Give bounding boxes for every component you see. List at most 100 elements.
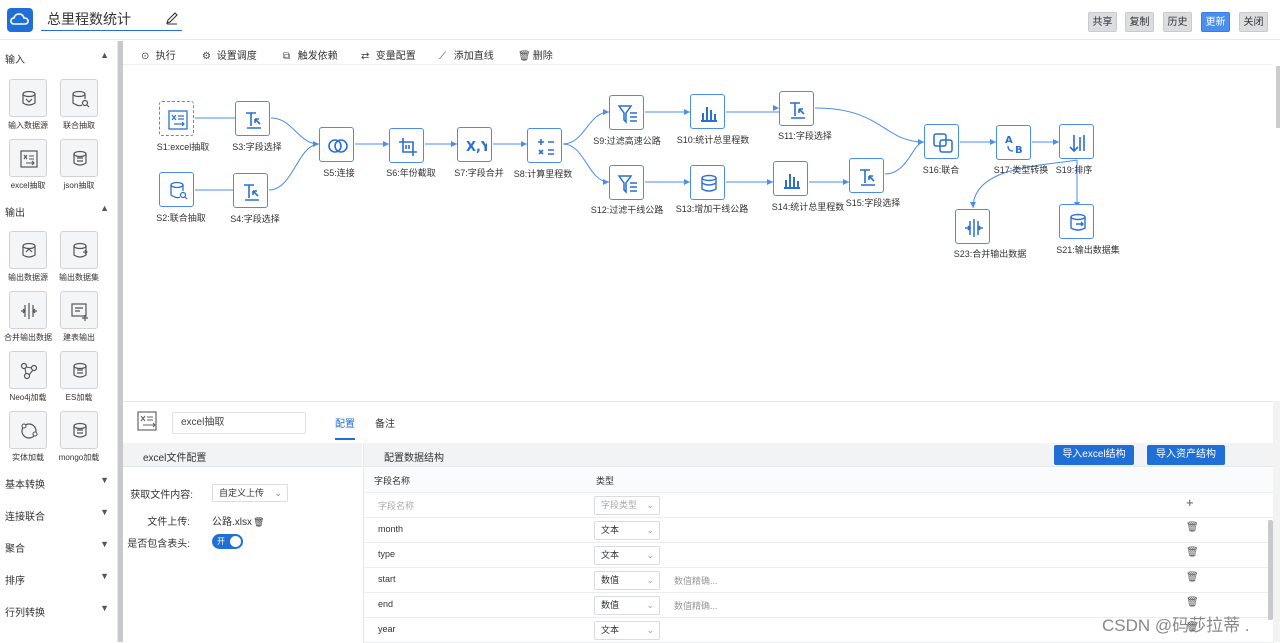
top-bar: 总里程数统计 共享 复制 历史 更新 关闭 — [0, 0, 1280, 40]
run-button[interactable]: ⊙ 执行 — [141, 47, 176, 62]
node-s5-join[interactable] — [319, 127, 354, 162]
tile-neo4j-load[interactable] — [9, 351, 47, 389]
node-label: S17:类型转换 — [993, 165, 1049, 175]
import-excel-structure-button[interactable]: 导入excel结构 — [1054, 445, 1134, 465]
chevron-up-icon: ▲ — [100, 203, 109, 213]
tile-input-datasource[interactable] — [9, 79, 47, 117]
variable-config-button[interactable]: ⇄ 变量配置 — [361, 47, 416, 62]
tab-notes[interactable]: 备注 — [375, 415, 395, 430]
delete-row-icon[interactable]: 🗑 — [1186, 547, 1199, 558]
node-s21-output-dataset[interactable] — [1059, 204, 1094, 239]
tile-excel-extract[interactable] — [9, 139, 47, 177]
field-type-select[interactable]: 文本 ⌄ — [594, 621, 660, 640]
precision-input[interactable]: 数值精确... — [674, 599, 718, 612]
tile-label: 输出数据集 — [59, 273, 99, 282]
section-basic-transform[interactable]: 基本转换 ▼ — [5, 475, 113, 491]
field-type-select[interactable]: 字段类型 ⌄ — [594, 496, 660, 515]
node-s15-field-select[interactable] — [849, 158, 884, 193]
section-input[interactable]: 输入 ▲ — [5, 50, 113, 66]
field-name[interactable]: year — [378, 624, 396, 634]
precision-input[interactable]: 数值精确... — [674, 574, 718, 587]
node-s11-field-select[interactable] — [779, 91, 814, 126]
step-name-input[interactable]: excel抽取 — [172, 412, 306, 434]
import-asset-structure-button[interactable]: 导入资产结构 — [1147, 445, 1225, 465]
schedule-icon: ⚙ — [202, 51, 211, 62]
node-s9-filter-highway[interactable] — [609, 95, 644, 130]
edit-pencil-icon[interactable] — [165, 11, 179, 28]
section-label: 连接联合 — [5, 512, 45, 523]
delete-row-icon[interactable]: 🗑 — [1186, 597, 1199, 608]
section-sort[interactable]: 排序 ▼ — [5, 571, 113, 587]
tile-json-extract[interactable] — [60, 139, 98, 177]
delete-button[interactable]: 🗑 删除 — [518, 47, 553, 62]
node-s7-field-merge[interactable]: X,Y — [457, 127, 492, 162]
node-s6-year-crop[interactable] — [389, 128, 424, 163]
tile-create-table-output[interactable] — [60, 291, 98, 329]
node-s12-filter-trunk[interactable] — [609, 165, 644, 200]
share-button[interactable]: 共享 — [1088, 12, 1117, 32]
node-s23-merge-output[interactable] — [955, 209, 990, 244]
variable-icon: ⇄ — [361, 51, 370, 62]
field-name[interactable]: end — [378, 599, 393, 609]
database-load-icon — [73, 362, 87, 378]
node-s17-type-convert[interactable]: AB — [996, 125, 1031, 160]
tile-entity-load[interactable] — [9, 411, 47, 449]
field-name[interactable]: start — [378, 574, 396, 584]
field-name-input[interactable]: 字段名称 — [378, 499, 414, 512]
tile-union-extract[interactable] — [60, 79, 98, 117]
node-s16-union[interactable] — [924, 124, 959, 159]
node-s4-field-select[interactable] — [233, 173, 268, 208]
section-label: 基本转换 — [5, 480, 45, 491]
header-toggle[interactable]: 开 — [212, 534, 243, 549]
tile-output-dataset[interactable] — [60, 231, 98, 269]
section-join-union[interactable]: 连接联合 ▼ — [5, 507, 113, 523]
node-s14-total-mileage[interactable] — [773, 161, 808, 196]
node-label: S5:连接 — [323, 168, 355, 178]
tile-label: mongo加载 — [58, 453, 100, 462]
section-aggregate[interactable]: 聚合 ▼ — [5, 539, 113, 555]
node-s13-add-trunk[interactable] — [690, 165, 725, 200]
field-name[interactable]: type — [378, 549, 395, 559]
merge-xy-icon: X,Y — [466, 140, 487, 155]
schedule-button[interactable]: ⚙ 设置调度 — [202, 47, 257, 62]
delete-row-icon[interactable]: 🗑 — [1186, 522, 1199, 533]
history-button[interactable]: 历史 — [1163, 12, 1192, 32]
copy-button[interactable]: 复制 — [1125, 12, 1154, 32]
calculator-icon — [538, 139, 554, 155]
panel-scrollbar-track[interactable] — [1273, 401, 1280, 642]
entity-icon — [21, 423, 38, 439]
tile-mongo-load[interactable] — [60, 411, 98, 449]
field-type-select[interactable]: 文本 ⌄ — [594, 546, 660, 565]
section-row-column-transform[interactable]: 行列转换 ▼ — [5, 603, 113, 619]
node-s10-total-mileage[interactable] — [690, 94, 725, 129]
add-field-button[interactable]: + — [1186, 495, 1194, 510]
field-type-select[interactable]: 数值 ⌄ — [594, 571, 660, 590]
field-name[interactable]: month — [378, 524, 403, 534]
section-output[interactable]: 输出 ▲ — [5, 203, 113, 219]
tile-es-load[interactable] — [60, 351, 98, 389]
node-s2-union-extract[interactable] — [159, 172, 194, 207]
node-s3-field-select[interactable] — [235, 101, 270, 136]
update-button[interactable]: 更新 — [1201, 12, 1230, 32]
tile-output-datasource[interactable] — [9, 231, 47, 269]
canvas-scrollbar[interactable] — [1276, 66, 1280, 128]
field-type-select[interactable]: 文本 ⌄ — [594, 521, 660, 540]
delete-row-icon[interactable]: 🗑 — [1186, 572, 1199, 583]
close-button[interactable]: 关闭 — [1239, 12, 1268, 32]
node-s1-excel-extract[interactable] — [159, 101, 194, 136]
flow-title-input[interactable]: 总里程数统计 — [41, 9, 182, 31]
database-load-icon — [73, 422, 87, 438]
tile-merge-output[interactable] — [9, 291, 47, 329]
node-s8-calc-mileage[interactable] — [527, 128, 562, 163]
excel-config-header: excel文件配置 — [123, 443, 362, 467]
run-label: 执行 — [155, 51, 176, 62]
node-s19-sort[interactable] — [1059, 124, 1094, 159]
trash-icon[interactable]: 🗑 — [253, 517, 264, 527]
trigger-dependency-button[interactable]: ⧉ 触发依赖 — [283, 47, 338, 62]
tab-config[interactable]: 配置 — [335, 415, 355, 430]
flow-canvas[interactable]: S1:excel抽取 S2:联合抽取 S3:字段选择 S4:字段选择 S5:连接… — [123, 66, 1273, 400]
add-line-button[interactable]: ⟋ 添加直线 — [439, 47, 494, 62]
panel-scrollbar-thumb[interactable] — [1268, 520, 1273, 620]
file-content-select[interactable]: 自定义上传 ⌄ — [212, 484, 288, 502]
field-type-select[interactable]: 数值 ⌄ — [594, 596, 660, 615]
